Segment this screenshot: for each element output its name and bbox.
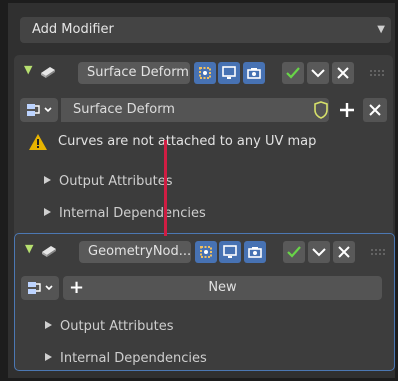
surface-deform-modifier: ▼ Surface Deform Surface Deform Curves a… — [14, 55, 393, 238]
node-tree-icon — [28, 282, 53, 294]
expand-arrow-icon — [44, 176, 51, 184]
close-icon — [338, 246, 350, 258]
node-group-name-field[interactable]: Surface Deform — [61, 98, 329, 122]
modifier-type-icon — [42, 246, 56, 257]
internal-dependencies-panel[interactable]: Internal Dependencies — [45, 348, 207, 370]
warning-icon — [29, 134, 47, 150]
drag-handle[interactable] — [370, 248, 386, 256]
camera-icon — [247, 68, 261, 79]
output-attributes-panel[interactable]: Output Attributes — [44, 171, 172, 193]
add-modifier-dropdown[interactable]: Add Modifier ▼ — [20, 17, 391, 43]
edit-mode-icon — [199, 67, 211, 79]
node-group-row: Surface Deform — [20, 98, 387, 122]
node-group-row: + New — [21, 276, 388, 300]
realtime-toggle[interactable] — [219, 241, 241, 263]
render-toggle[interactable] — [244, 241, 266, 263]
close-icon — [337, 67, 349, 79]
expand-arrow-icon — [44, 208, 51, 216]
modifier-name-field[interactable]: Surface Deform — [78, 62, 190, 84]
close-icon — [369, 104, 381, 116]
drop-indicator-line — [164, 140, 167, 236]
realtime-toggle[interactable] — [218, 62, 240, 84]
panel-label: Internal Dependencies — [60, 351, 207, 366]
new-label: New — [208, 280, 237, 295]
internal-dependencies-panel[interactable]: Internal Dependencies — [44, 203, 206, 225]
expand-arrow-icon — [45, 321, 52, 329]
panel-label: Output Attributes — [59, 174, 173, 189]
remove-modifier-button[interactable] — [333, 241, 355, 263]
remove-modifier-button[interactable] — [332, 62, 354, 84]
node-tree-dropdown[interactable] — [20, 98, 58, 122]
monitor-icon — [222, 66, 236, 79]
new-node-group-button[interactable] — [335, 98, 359, 122]
modifier-header: ▼ Surface Deform — [14, 57, 393, 87]
checkmark-icon — [287, 246, 301, 258]
edit-mode-toggle[interactable] — [195, 241, 217, 263]
panel-label: Output Attributes — [60, 319, 174, 334]
collapse-arrow-icon[interactable]: ▼ — [25, 242, 33, 255]
fake-user-button[interactable] — [309, 98, 333, 122]
modifier-options-button[interactable] — [307, 62, 329, 84]
plus-icon — [340, 103, 354, 117]
output-attributes-panel[interactable]: Output Attributes — [45, 316, 173, 338]
modifier-type-icon — [41, 67, 55, 78]
drag-handle[interactable] — [369, 69, 385, 77]
monitor-icon — [223, 245, 237, 258]
panel-label: Internal Dependencies — [59, 206, 206, 221]
shield-icon — [314, 101, 328, 119]
modifier-options-button[interactable] — [308, 241, 330, 263]
geometry-nodes-modifier: ▼ GeometryNod... + New Output Attributes… — [14, 233, 395, 371]
chevron-down-icon — [311, 69, 325, 78]
apply-button[interactable] — [282, 62, 304, 84]
add-modifier-label: Add Modifier — [32, 22, 114, 37]
modifier-header: ▼ GeometryNod... — [15, 236, 394, 266]
modifier-name-field[interactable]: GeometryNod... — [79, 241, 191, 263]
expand-arrow-icon — [45, 353, 52, 361]
edit-mode-toggle[interactable] — [194, 62, 216, 84]
chevron-down-icon — [312, 248, 326, 257]
render-toggle[interactable] — [243, 62, 265, 84]
new-node-group-button[interactable]: + New — [63, 276, 382, 300]
warning-text: Curves are not attached to any UV map — [58, 134, 317, 149]
edit-mode-icon — [200, 246, 212, 258]
apply-button[interactable] — [283, 241, 305, 263]
unlink-node-group-button[interactable] — [363, 98, 387, 122]
node-tree-icon — [27, 104, 52, 116]
node-tree-dropdown[interactable] — [21, 276, 59, 300]
chevron-down-icon: ▼ — [377, 24, 385, 35]
collapse-arrow-icon[interactable]: ▼ — [24, 63, 32, 76]
checkmark-icon — [286, 67, 300, 79]
camera-icon — [248, 247, 262, 258]
